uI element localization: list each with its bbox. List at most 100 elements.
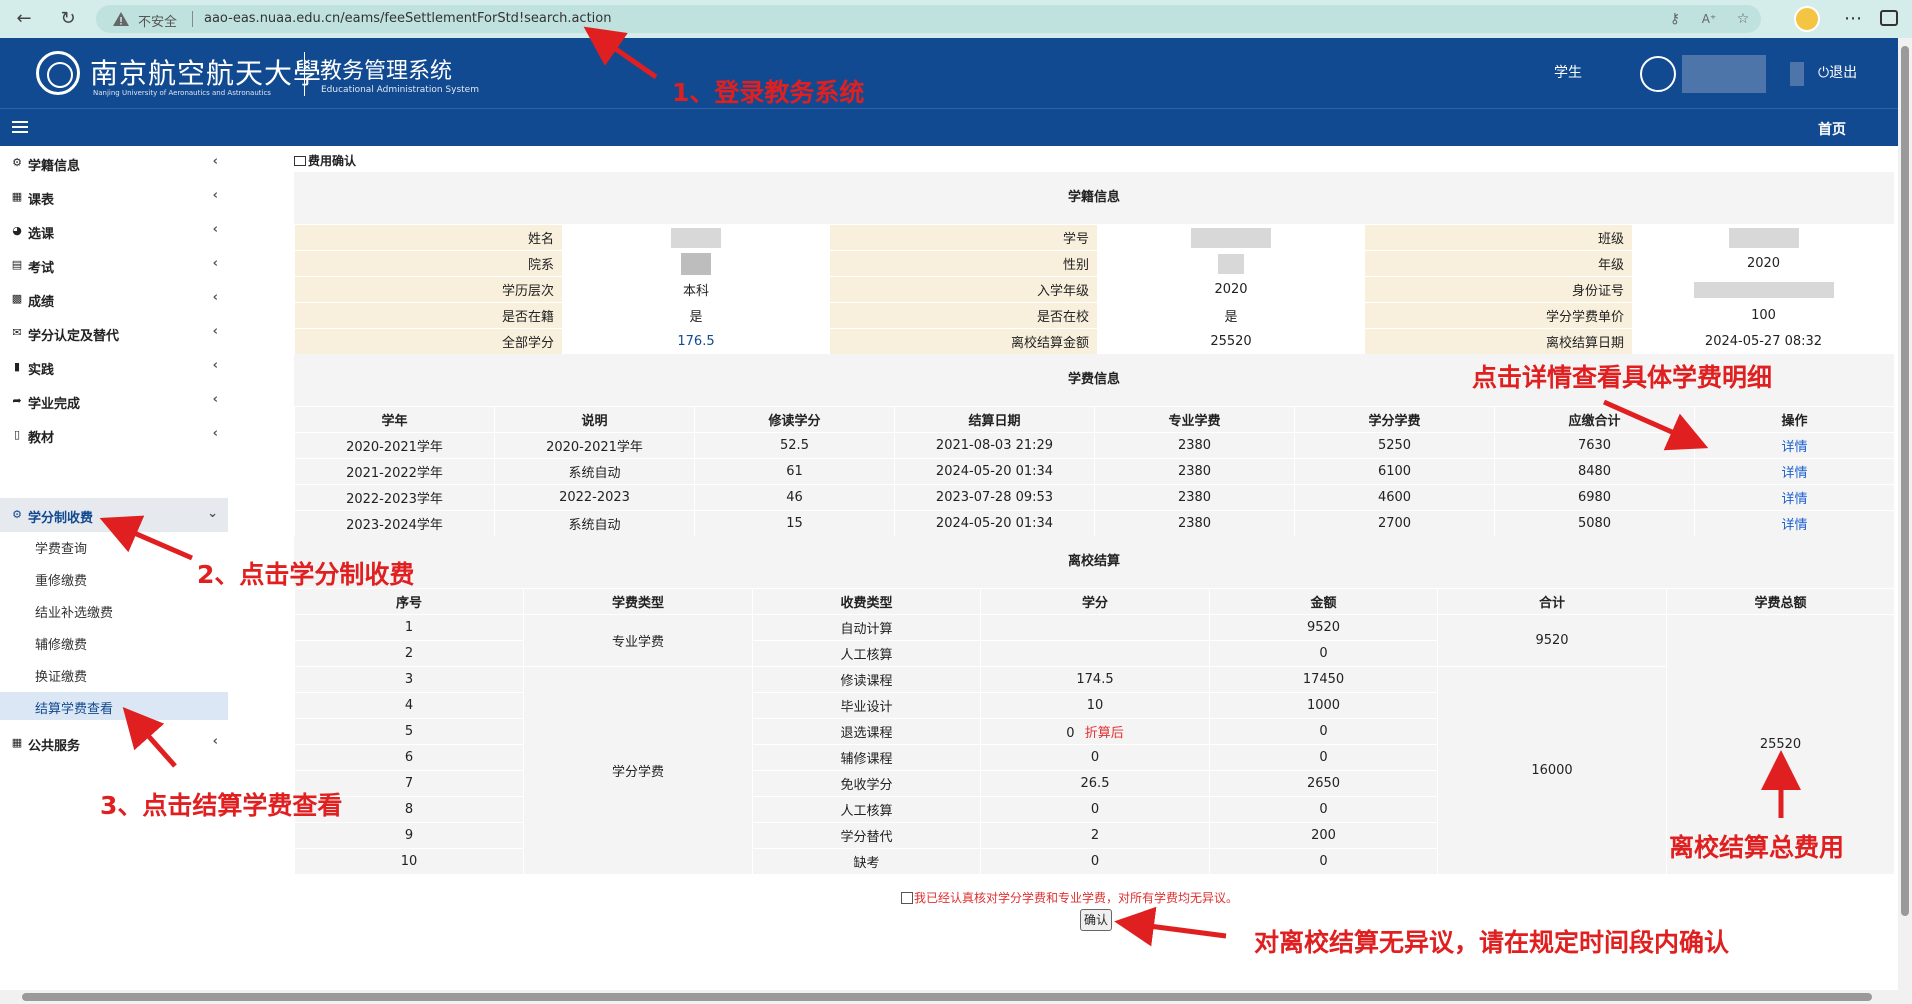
cell-credits: 0 折算后: [980, 718, 1210, 745]
key-icon[interactable]: ⚷: [1666, 10, 1684, 28]
value-department: [562, 250, 830, 277]
logout-button[interactable]: ⏻退出: [1818, 62, 1857, 82]
redacted-info: [1790, 62, 1804, 86]
label-enroll-year: 入学年级: [829, 276, 1098, 303]
table-cell: 2024-05-20 01:34: [894, 458, 1095, 485]
column-header: 学分: [980, 588, 1210, 615]
sidebar-toggle-icon[interactable]: [1880, 10, 1898, 26]
value-total-credits: 176.5: [562, 328, 830, 355]
address-bar[interactable]: 不安全 aao-eas.nuaa.edu.cn/eams/feeSettleme…: [96, 5, 1761, 33]
sidebar-item-credit-recognition[interactable]: ✉ 学分认定及替代 ‹: [0, 316, 228, 350]
profile-avatar[interactable]: [1794, 6, 1820, 32]
reload-icon[interactable]: ↻: [56, 7, 80, 31]
details-link[interactable]: 详情: [1694, 484, 1895, 511]
cell-amount: 0: [1209, 640, 1438, 667]
details-link[interactable]: 详情: [1694, 510, 1895, 537]
subitem-retake-payment[interactable]: 重修缴费: [0, 564, 228, 592]
table-row: 3 学分学费 修读课程 174.5 17450 16000: [294, 666, 1895, 875]
table-row: 2020-2021学年 2020-2021学年 52.5 2021-08-03 21:…: [294, 432, 1895, 459]
cell-index: 2: [294, 640, 524, 667]
sidebar-item-exams[interactable]: ▤ 考试 ‹: [0, 248, 228, 282]
table-cell: 2380: [1094, 510, 1295, 537]
details-link[interactable]: 详情: [1694, 432, 1895, 459]
value-name: [562, 224, 830, 251]
subitem-completion-payment[interactable]: 结业补选缴费: [0, 596, 228, 624]
subitem-certificate-payment[interactable]: 换证缴费: [0, 660, 228, 688]
cell-charge-type: 人工核算: [752, 640, 981, 667]
system-title-en: Educational Administration System: [321, 85, 479, 95]
cell-credits: 26.5: [980, 770, 1210, 797]
share-icon: ➦: [12, 394, 22, 407]
table-cell: 52.5: [694, 432, 895, 459]
page-title: 费用确认: [308, 154, 357, 168]
calendar-icon: ▩: [11, 292, 23, 305]
subitem-minor-payment[interactable]: 辅修缴费: [0, 628, 228, 656]
label-class: 班级: [1364, 224, 1633, 251]
cell-charge-type: 缺考: [752, 848, 981, 875]
agree-text: 我已经认真核对学分学费和专业学费，对所有学费均无异议。: [914, 891, 1239, 905]
column-header: 金额: [1209, 588, 1438, 615]
annotation-step1: 1、登录教务系统: [672, 78, 865, 107]
table-row: 2022-2023学年 2022-2023 46 2023-07-28 09:53 23…: [294, 484, 1895, 511]
sidebar-item-student-status[interactable]: ⚙ 学籍信息 ‹: [0, 146, 228, 180]
table-cell: 2024-05-20 01:34: [894, 510, 1095, 537]
chevron-left-icon: ‹: [212, 290, 218, 305]
sidebar-item-grades[interactable]: ▩ 成绩 ‹: [0, 282, 228, 316]
avatar[interactable]: [1640, 56, 1676, 92]
url-text[interactable]: aao-eas.nuaa.edu.cn/eams/feeSettlementFo…: [204, 11, 611, 26]
sidebar-item-timetable[interactable]: ▦ 课表 ‹: [0, 180, 228, 214]
details-link[interactable]: 详情: [1694, 458, 1895, 485]
label-name: 姓名: [294, 224, 563, 251]
read-aloud-icon[interactable]: A⁺: [1700, 10, 1718, 28]
redacted-username: [1682, 55, 1766, 93]
agree-checkbox-row[interactable]: 我已经认真核对学分学费和专业学费，对所有学费均无异议。: [901, 889, 1238, 906]
subitem-settlement-view[interactable]: 结算学费查看: [0, 692, 228, 720]
sidebar-item-credit-fees[interactable]: ⚙ 学分制收费 ⌄: [0, 498, 228, 532]
column-header: 学分学费: [1294, 406, 1495, 433]
star-icon[interactable]: ☆: [1734, 10, 1752, 28]
site-header: 南京航空航天大學 Nanjing University of Aeronauti…: [0, 38, 1898, 108]
agree-checkbox[interactable]: [901, 892, 913, 904]
label-enrolled: 是否在籍: [294, 302, 563, 329]
table-cell: 6100: [1294, 458, 1495, 485]
sidebar-item-public-services[interactable]: ▦ 公共服务 ‹: [0, 726, 228, 760]
label-on-campus: 是否在校: [829, 302, 1098, 329]
label-settle-date: 离校结算日期: [1364, 328, 1633, 355]
back-icon[interactable]: ←: [12, 7, 36, 31]
label-grade: 年级: [1364, 250, 1633, 277]
cell-index: 3: [294, 666, 524, 693]
table-cell: 2023-07-28 09:53: [894, 484, 1095, 511]
table-cell: 46: [694, 484, 895, 511]
chevron-left-icon: ‹: [212, 154, 218, 169]
sidebar-item-practice[interactable]: ▮ 实践 ‹: [0, 350, 228, 384]
label-department: 院系: [294, 250, 563, 277]
sidebar-item-completion[interactable]: ➦ 学业完成 ‹: [0, 384, 228, 418]
university-name-en: Nanjing University of Aeronautics and As…: [93, 89, 271, 97]
table-row: 2021-2022学年 系统自动 61 2024-05-20 01:34 2380 610…: [294, 458, 1895, 485]
subitem-tuition-query[interactable]: 学费查询: [0, 532, 228, 560]
cell-amount: 0: [1209, 718, 1438, 745]
confirm-button[interactable]: 确认: [1080, 909, 1112, 931]
column-header: 结算日期: [894, 406, 1095, 433]
sidebar-item-textbooks[interactable]: ▯ 教材 ‹: [0, 418, 228, 452]
chevron-left-icon: ‹: [212, 358, 218, 373]
cell-charge-type: 辅修课程: [752, 744, 981, 771]
home-link[interactable]: 首页: [1818, 119, 1846, 139]
menu-icon[interactable]: [12, 121, 28, 135]
horizontal-scrollbar[interactable]: [0, 990, 1898, 1004]
table-cell: 5250: [1294, 432, 1495, 459]
column-header: 操作: [1694, 406, 1895, 433]
chevron-left-icon: ‹: [212, 426, 218, 441]
sidebar-item-course-selection[interactable]: ◕ 选课 ‹: [0, 214, 228, 248]
cell-amount: 0: [1209, 796, 1438, 823]
column-header: 收费类型: [752, 588, 981, 615]
vertical-scrollbar[interactable]: [1898, 38, 1912, 1004]
column-header: 说明: [494, 406, 695, 433]
more-icon[interactable]: ⋯: [1844, 8, 1862, 29]
value-enrolled: 是: [562, 302, 830, 329]
dashboard-icon: ⚙: [12, 156, 22, 169]
warning-icon[interactable]: [112, 10, 130, 28]
column-header: 学年: [294, 406, 495, 433]
table-cell: 系统自动: [494, 458, 695, 485]
table-cell: 8480: [1494, 458, 1695, 485]
